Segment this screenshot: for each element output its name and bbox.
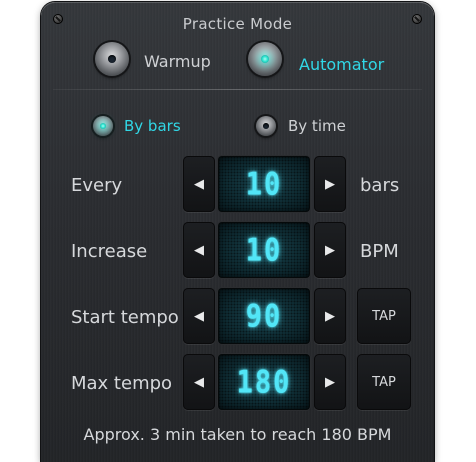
panel-title: Practice Mode [182, 15, 293, 33]
start-tempo-value-display: 90 [218, 288, 310, 344]
start-tempo-tap-button[interactable]: TAP [357, 288, 411, 344]
arrow-right-icon: ▶ [325, 308, 335, 324]
practice-mode-panel: Practice Mode Warmup Automator By bars B… [41, 2, 434, 462]
increase-value: 10 [245, 232, 283, 268]
every-value-display: 10 [218, 156, 310, 212]
divider [53, 89, 422, 90]
max-tempo-decrement-button[interactable]: ◀ [183, 354, 215, 410]
start-tempo-increment-button[interactable]: ▶ [314, 288, 346, 344]
arrow-left-icon: ◀ [194, 374, 204, 390]
radio-off-indicator-icon [108, 55, 116, 63]
start-tempo-value: 90 [245, 298, 283, 334]
arrow-left-icon: ◀ [194, 242, 204, 258]
status-text: Approx. 3 min taken to reach 180 BPM [83, 425, 392, 444]
by-bars-radio-button[interactable] [93, 116, 113, 136]
max-tempo-value-display: 180 [218, 354, 310, 410]
increase-increment-button[interactable]: ▶ [314, 222, 346, 278]
increase-decrement-button[interactable]: ◀ [183, 222, 215, 278]
warmup-label[interactable]: Warmup [144, 52, 211, 71]
max-tempo-value: 180 [236, 364, 292, 400]
increase-unit: BPM [360, 241, 399, 262]
every-value: 10 [245, 166, 283, 202]
every-label: Every [71, 175, 123, 196]
arrow-left-icon: ◀ [194, 308, 204, 324]
arrow-left-icon: ◀ [194, 176, 204, 192]
every-increment-button[interactable]: ▶ [314, 156, 346, 212]
arrow-right-icon: ▶ [325, 242, 335, 258]
automator-label[interactable]: Automator [299, 55, 384, 74]
max-tempo-increment-button[interactable]: ▶ [314, 354, 346, 410]
by-time-label[interactable]: By time [288, 117, 346, 135]
radio-off-indicator-icon [263, 123, 269, 129]
increase-value-display: 10 [218, 222, 310, 278]
max-tempo-label: Max tempo [71, 373, 173, 394]
automator-radio-button[interactable] [248, 42, 282, 76]
every-decrement-button[interactable]: ◀ [183, 156, 215, 212]
radio-on-indicator-icon [100, 123, 106, 129]
arrow-right-icon: ▶ [325, 176, 335, 192]
start-tempo-decrement-button[interactable]: ◀ [183, 288, 215, 344]
every-unit: bars [360, 175, 400, 196]
max-tempo-tap-button[interactable]: TAP [357, 354, 411, 410]
by-bars-label[interactable]: By bars [124, 117, 181, 135]
increase-label: Increase [71, 241, 148, 262]
arrow-right-icon: ▶ [325, 374, 335, 390]
radio-on-indicator-icon [261, 55, 269, 63]
by-time-radio-button[interactable] [256, 116, 276, 136]
start-tempo-label: Start tempo [71, 307, 179, 328]
warmup-radio-button[interactable] [95, 42, 129, 76]
